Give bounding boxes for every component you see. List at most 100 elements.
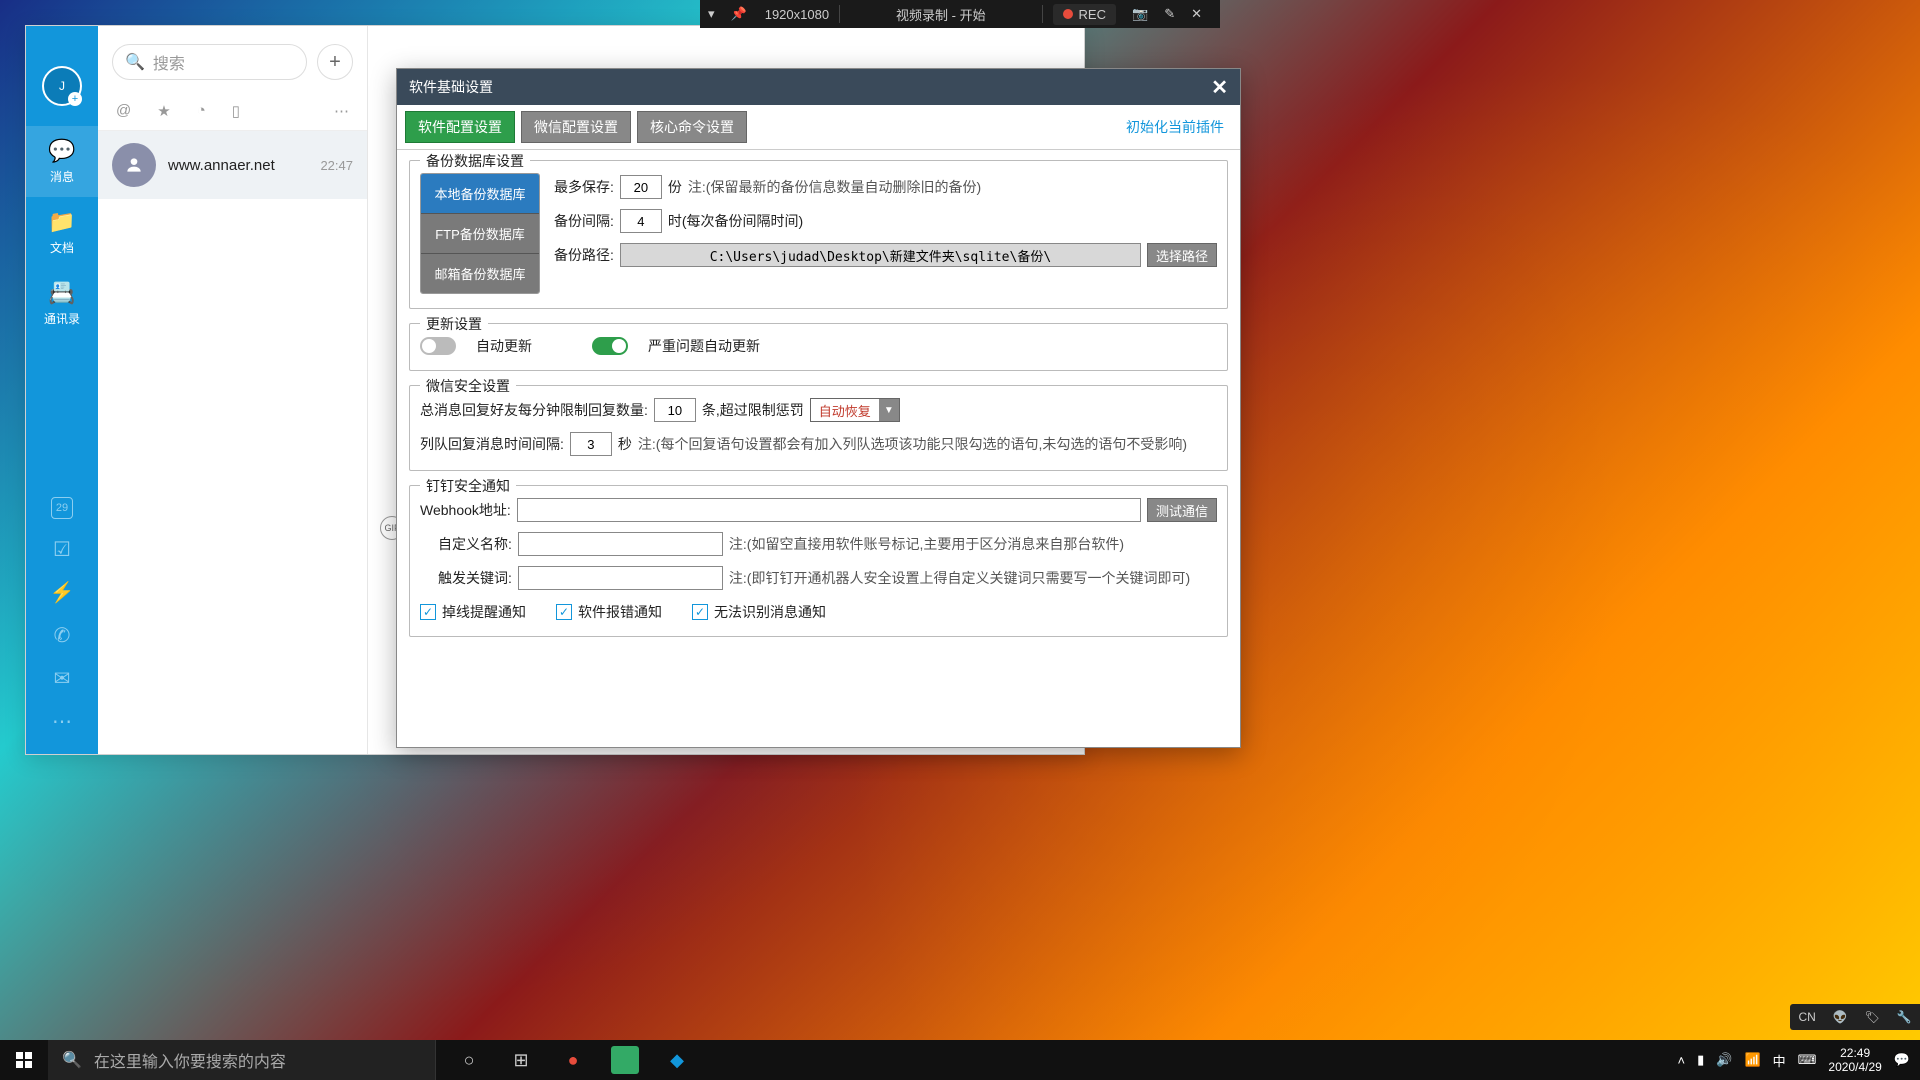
- phone-icon[interactable]: ✆: [54, 623, 71, 648]
- search-input[interactable]: 🔍 搜索: [112, 44, 307, 80]
- rate-limit-unit: 条,超过限制惩罚: [702, 400, 804, 420]
- sidebar-item-label: 文档: [50, 241, 74, 255]
- pencil-icon[interactable]: ✎: [1156, 6, 1183, 22]
- queue-interval-unit: 秒: [618, 434, 632, 454]
- auto-update-label: 自动更新: [476, 336, 532, 356]
- keyword-input[interactable]: [518, 566, 723, 590]
- error-notify-checkbox[interactable]: ✓: [556, 604, 572, 620]
- db-tab-ftp[interactable]: FTP备份数据库: [421, 214, 539, 254]
- taskbar-search-placeholder: 在这里输入你要搜索的内容: [94, 1048, 286, 1072]
- interval-input[interactable]: [620, 209, 662, 233]
- more-icon[interactable]: ⋯: [52, 709, 72, 734]
- check-icon[interactable]: ☑: [53, 537, 71, 562]
- clock-time: 22:49: [1828, 1046, 1881, 1060]
- dingtalk-legend: 钉钉安全通知: [420, 476, 516, 496]
- sidebar-item-label: 通讯录: [44, 312, 80, 326]
- unknown-notify-checkbox[interactable]: ✓: [692, 604, 708, 620]
- custom-name-label: 自定义名称:: [438, 534, 512, 554]
- pin-icon[interactable]: 📌: [723, 0, 755, 28]
- clock-date: 2020/4/29: [1828, 1060, 1881, 1074]
- queue-interval-input[interactable]: [570, 432, 612, 456]
- recording-toolbar: ▾ 📌 1920x1080 视频录制 - 开始 REC 📷 ✎ ✕: [700, 0, 1220, 28]
- sidebar-item-docs[interactable]: 📁 文档: [26, 197, 98, 268]
- record-button[interactable]: REC: [1053, 4, 1116, 25]
- max-keep-unit: 份: [668, 177, 682, 197]
- archive-filter-icon[interactable]: ▯: [232, 102, 240, 120]
- search-placeholder: 搜索: [153, 50, 185, 74]
- tab-software-config[interactable]: 软件配置设置: [405, 111, 515, 143]
- cortana-icon[interactable]: ○: [446, 1040, 492, 1080]
- ime-indicator[interactable]: CN: [1798, 1010, 1815, 1024]
- record-dot-icon: [1063, 9, 1073, 19]
- avatar[interactable]: J: [42, 66, 82, 106]
- sidebar-item-messages[interactable]: 💬 消息: [26, 126, 98, 197]
- mail-icon[interactable]: ✉: [54, 666, 71, 691]
- taskbar-clock[interactable]: 22:49 2020/4/29: [1828, 1046, 1881, 1075]
- queue-interval-hint: 注:(每个回复语句设置都会有加入列队选项该功能只限勾选的语句,未勾选的语句不受影…: [638, 434, 1187, 454]
- db-tab-local[interactable]: 本地备份数据库: [421, 174, 539, 214]
- conversation-name: www.annaer.net: [168, 157, 275, 174]
- search-icon: 🔍: [62, 1050, 82, 1070]
- dropdown-icon[interactable]: ▾: [700, 0, 723, 28]
- browse-path-button[interactable]: 选择路径: [1147, 243, 1217, 267]
- lightning-icon[interactable]: ⚡: [50, 580, 75, 605]
- close-icon[interactable]: ✕: [1183, 6, 1210, 22]
- star-filter-icon[interactable]: ★: [157, 102, 170, 120]
- tray-chevron-icon[interactable]: ˄: [1678, 1053, 1686, 1068]
- wifi-icon[interactable]: 📶: [1744, 1052, 1760, 1068]
- custom-name-input[interactable]: [518, 532, 723, 556]
- tab-core-commands[interactable]: 核心命令设置: [637, 111, 747, 143]
- wechat-sec-legend: 微信安全设置: [420, 376, 516, 396]
- max-keep-hint: 注:(保留最新的备份信息数量自动删除旧的备份): [688, 177, 981, 197]
- wrench-icon[interactable]: 🔧: [1897, 1010, 1912, 1024]
- at-filter-icon[interactable]: @: [116, 102, 131, 120]
- conversation-list-panel: 🔍 搜索 + @ ★ ◔ ▯ ⋯ www.annaer.net 22:47: [98, 26, 368, 754]
- app-icon[interactable]: [611, 1046, 639, 1074]
- rate-limit-input[interactable]: [654, 398, 696, 422]
- calendar-icon[interactable]: 29: [51, 497, 73, 519]
- task-view-icon[interactable]: ⊞: [498, 1040, 544, 1080]
- alien-icon[interactable]: 👽: [1833, 1010, 1848, 1024]
- clock-filter-icon[interactable]: ◔: [197, 102, 206, 120]
- more-filters-icon[interactable]: ⋯: [334, 102, 349, 120]
- max-keep-input[interactable]: [620, 175, 662, 199]
- taskbar-search[interactable]: 🔍 在这里输入你要搜索的内容: [48, 1040, 436, 1080]
- offline-notify-checkbox[interactable]: ✓: [420, 604, 436, 620]
- taskbar: 🔍 在这里输入你要搜索的内容 ○ ⊞ ● ◆ ˄ ▮ 🔊 📶 中 ⌨ 22:49…: [0, 1040, 1920, 1080]
- penalty-select[interactable]: 自动恢复 ▼: [810, 398, 900, 422]
- add-button[interactable]: +: [317, 44, 353, 80]
- db-tab-email[interactable]: 邮箱备份数据库: [421, 254, 539, 293]
- start-button[interactable]: [0, 1040, 48, 1080]
- floating-tray[interactable]: CN 👽 🏷 🔧: [1790, 1004, 1920, 1030]
- webhook-label: Webhook地址:: [420, 500, 511, 520]
- update-legend: 更新设置: [420, 314, 488, 334]
- update-fieldset: 更新设置 自动更新 严重问题自动更新: [409, 323, 1228, 371]
- webhook-input[interactable]: [517, 498, 1141, 522]
- recording-status: 视频录制 - 开始: [840, 0, 1041, 28]
- critical-update-toggle[interactable]: [592, 337, 628, 355]
- notifications-icon[interactable]: 💬: [1894, 1052, 1910, 1068]
- dialog-close-button[interactable]: ✕: [1211, 75, 1228, 100]
- ime-icon[interactable]: 中: [1773, 1051, 1786, 1070]
- path-input[interactable]: [620, 243, 1141, 267]
- tag-icon[interactable]: 🏷: [1864, 1010, 1879, 1024]
- dingtalk-app-icon[interactable]: ◆: [654, 1040, 700, 1080]
- volume-icon[interactable]: 🔊: [1716, 1052, 1732, 1068]
- test-connection-button[interactable]: 测试通信: [1147, 498, 1217, 522]
- conversation-item[interactable]: www.annaer.net 22:47: [98, 131, 367, 199]
- camera-icon[interactable]: 📷: [1124, 6, 1156, 22]
- dingtalk-fieldset: 钉钉安全通知 Webhook地址: 测试通信 自定义名称: 注:(如留空直接用软…: [409, 485, 1228, 637]
- tab-wechat-config[interactable]: 微信配置设置: [521, 111, 631, 143]
- auto-update-toggle[interactable]: [420, 337, 456, 355]
- conversation-time: 22:47: [320, 158, 353, 173]
- keyboard-icon[interactable]: ⌨: [1798, 1052, 1817, 1068]
- init-plugin-link[interactable]: 初始化当前插件: [1126, 117, 1232, 137]
- chat-icon: 💬: [26, 138, 98, 164]
- offline-notify-label: 掉线提醒通知: [442, 602, 526, 622]
- keyword-label: 触发关键词:: [438, 568, 512, 588]
- custom-name-hint: 注:(如留空直接用软件账号标记,主要用于区分消息来自那台软件): [729, 534, 1124, 554]
- sidebar-item-contacts[interactable]: 📇 通讯录: [26, 268, 98, 339]
- max-keep-label: 最多保存:: [554, 177, 614, 197]
- recorder-app-icon[interactable]: ●: [550, 1040, 596, 1080]
- battery-icon[interactable]: ▮: [1697, 1052, 1704, 1068]
